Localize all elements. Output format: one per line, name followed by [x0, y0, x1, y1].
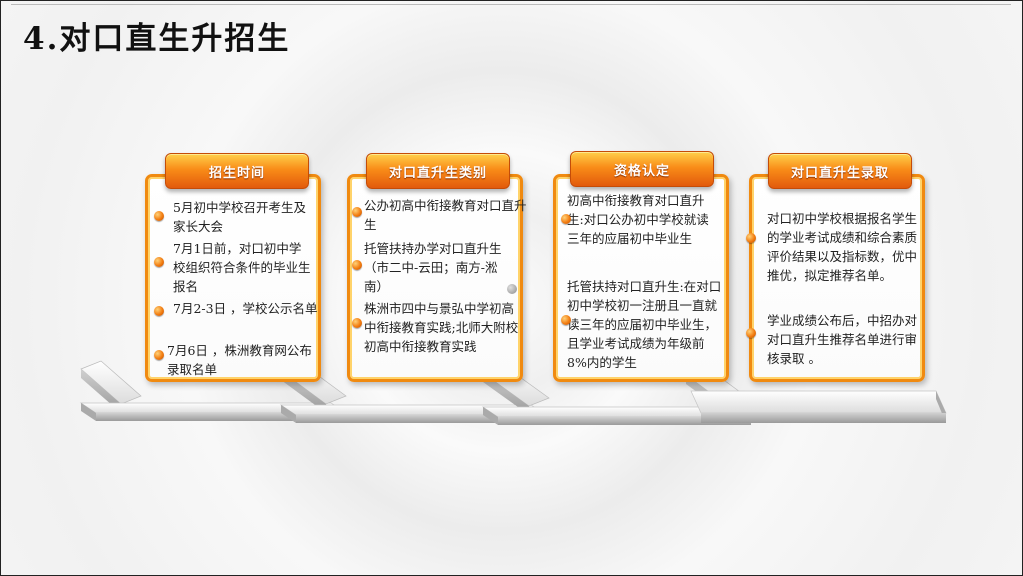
list-item: 托管扶持办学对口直升生（市二中-云田；南方-淞南）: [364, 241, 502, 294]
bullet-dot: [352, 260, 362, 270]
slide: 4.对口直生升招生 招生时间 5月初中学校召开考生及家长大会 7月1日前，对口初…: [0, 0, 1023, 576]
list-item: 7月1日前，对口初中学校组织符合条件的毕业生报名: [173, 241, 311, 294]
bullet-dot: [154, 211, 164, 221]
bullet-dot: [561, 214, 571, 224]
bullet-dot: [561, 315, 571, 325]
bullet-dot: [746, 328, 756, 338]
list-item: 7月2-3日 ，学校公示名单: [173, 301, 318, 316]
card-header-direct-promotion-admission: 对口直升生录取: [768, 153, 912, 189]
list-item: 初高中衔接教育对口直升生:对口公办初中学校就读三年的应届初中毕业生: [567, 193, 709, 246]
list-item: 7月6日 ，株洲教育网公布录取名单: [167, 343, 312, 377]
bullet-dot: [746, 233, 756, 243]
list-item: 学业成绩公布后，中招办对对口直升生推荐名单进行审核录取 。: [767, 313, 918, 366]
list-item: 公办初高中衔接教育对口直升生: [364, 198, 527, 232]
card-header-direct-promotion-types: 对口直升生类别: [366, 153, 510, 189]
list-item: 株洲市四中与景弘中学初高中衔接教育实践;北师大附校初高中衔接教育实践: [364, 301, 519, 354]
bullet-dot: [154, 257, 164, 267]
list-item: 5月初中学校召开考生及家长大会: [173, 200, 306, 234]
bullet-dot: [154, 306, 164, 316]
bullet-dot: [352, 318, 362, 328]
decorative-gray-dot: [507, 284, 517, 294]
list-item: 托管扶持对口直升生:在对口初中学校初一注册且一直就读三年的应届初中毕业生，且学业…: [567, 279, 722, 370]
card-header-admission-time: 招生时间: [165, 153, 309, 189]
bullet-dot: [352, 207, 362, 217]
card-header-qualification: 资格认定: [570, 151, 714, 187]
bullet-dot: [154, 350, 164, 360]
list-item: 对口初中学校根据报名学生的学业考试成绩和综合素质评价结果以及指标数，优中推优，拟…: [767, 211, 918, 283]
